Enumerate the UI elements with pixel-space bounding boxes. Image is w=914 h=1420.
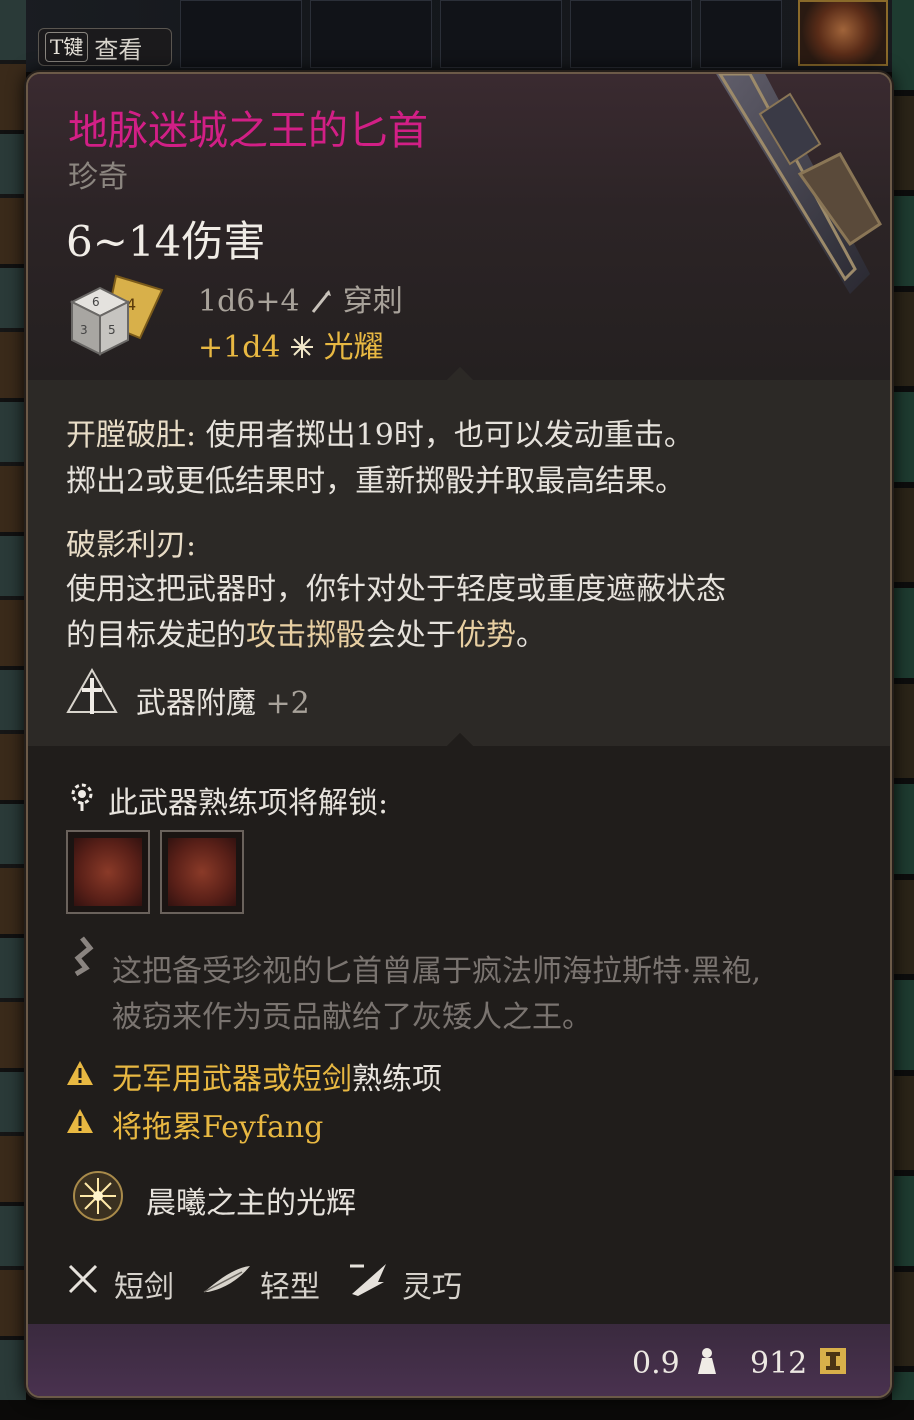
item-weight: 0.9	[632, 1346, 680, 1381]
gold-coin-icon	[820, 1348, 846, 1374]
inventory-item-slot[interactable]	[798, 0, 888, 66]
hint-label: 查看	[94, 35, 143, 64]
property-finesse: 灵巧	[402, 1270, 462, 1305]
damage-range: 6~14伤害	[66, 217, 266, 266]
ability-disembowel-detail: 掷出2或更低结果时，重新掷骰并取最高结果。	[66, 464, 686, 499]
piercing-icon	[311, 290, 332, 313]
lore-quote-icon	[74, 936, 94, 976]
weapon-enchantment: 武器附魔 +2	[136, 686, 310, 721]
ability-shadow-blade-line1: 使用这把武器时，你针对处于轻度或重度遮蔽状态	[66, 572, 726, 607]
property-light: 轻型	[260, 1270, 320, 1305]
item-rarity: 珍奇	[68, 160, 128, 195]
weapon-action-icon[interactable]	[160, 830, 244, 914]
warning-encumbrance: 将拖累Feyfang	[112, 1110, 324, 1145]
feather-icon	[203, 1266, 250, 1293]
damage-line-base: 1d6+4 穿刺	[198, 284, 403, 319]
damage-line-bonus: +1d4 光耀	[198, 330, 384, 365]
inventory-right-strip	[892, 0, 914, 1420]
warning-icon	[67, 1061, 93, 1085]
sun-spell-icon[interactable]	[72, 1170, 124, 1222]
hint-key: T键	[45, 32, 89, 62]
dexterity-icon	[350, 1264, 386, 1296]
inventory-left-strip	[0, 0, 26, 1420]
dagger-art-icon	[716, 74, 882, 294]
dice-icon: 4 6 3 5	[69, 274, 164, 356]
weapon-action-icon[interactable]	[66, 830, 150, 914]
item-tooltip: 地脉迷城之王的匕首 珍奇 6~14伤害 4 6 3 5 1d6+4 穿刺 +1d…	[26, 72, 892, 1398]
lore-text-line1: 这把备受珍视的匕首曾属于疯法师海拉斯特·黑袍,	[112, 954, 762, 989]
property-short-sword: 短剑	[114, 1270, 174, 1305]
ability-shadow-blade-title: 破影利刃:	[66, 528, 197, 563]
lore-text-line2: 被窃来作为贡品献给了灰矮人之王。	[112, 1000, 592, 1035]
item-price: 912	[750, 1346, 808, 1381]
item-name: 地脉迷城之王的匕首	[68, 108, 428, 154]
crossed-swords-icon	[68, 1264, 98, 1294]
warning-proficiency: 无军用武器或短剑熟练项	[112, 1062, 442, 1097]
proficiency-unlock-label: 此武器熟练项将解锁:	[108, 786, 389, 821]
radiant-icon	[291, 336, 314, 358]
attack-roll-link[interactable]: 攻击掷骰	[246, 618, 366, 653]
proficiency-gear-icon	[71, 783, 93, 811]
svg-text:5: 5	[108, 323, 116, 337]
spell-label: 晨曦之主的光辉	[146, 1186, 356, 1221]
advantage-link[interactable]: 优势	[456, 618, 516, 653]
warning-icon	[67, 1109, 93, 1133]
svg-text:3: 3	[80, 323, 88, 337]
inspect-hint[interactable]: T键 查看	[38, 28, 172, 66]
svg-text:6: 6	[92, 295, 100, 309]
weight-icon	[698, 1348, 716, 1374]
enchantment-icon	[66, 668, 118, 714]
ability-shadow-blade-line2: 的目标发起的攻击掷骰会处于优势。	[66, 618, 546, 653]
ability-disembowel: 开膛破肚: 使用者掷出19时，也可以发动重击。	[66, 418, 694, 453]
